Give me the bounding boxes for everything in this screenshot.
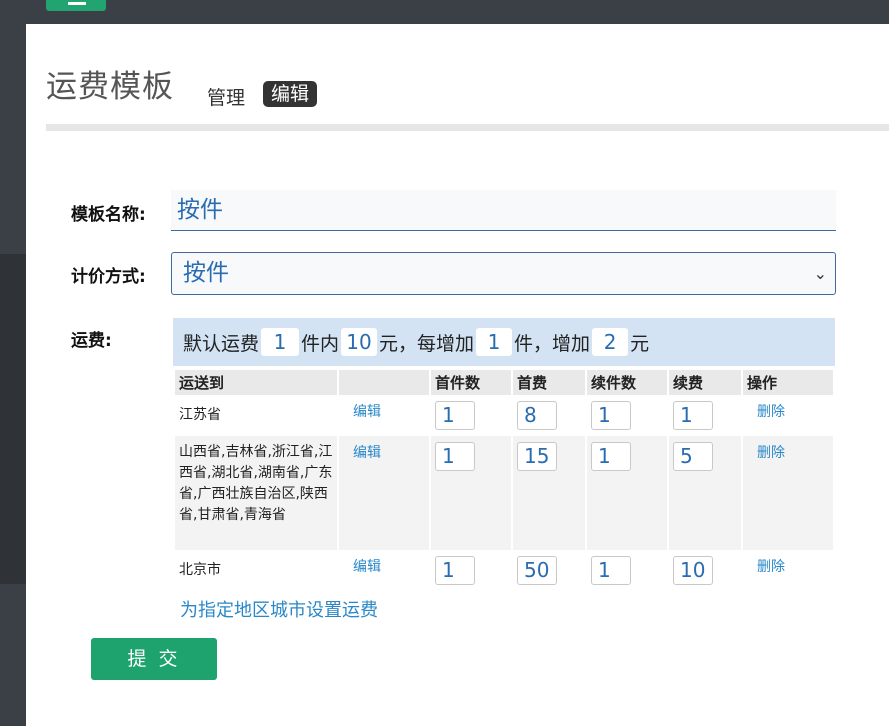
header-add-count: 续件数 — [587, 370, 667, 395]
region-cell: 北京市 — [175, 550, 337, 590]
table-header-row: 运送到 首件数 首费 续件数 续费 操作 — [175, 370, 833, 395]
default-piece-add-text: 件，增加 — [514, 332, 591, 355]
breadcrumb-manage[interactable]: 管理 — [207, 83, 245, 110]
default-within-text: 件内 — [301, 332, 340, 355]
default-fee-box: 默认运费 1 件内 10 元，每增加 1 件，增加 2 元 — [173, 318, 835, 366]
add-region-fee-link[interactable]: 为指定地区城市设置运费 — [180, 596, 378, 622]
header-region: 运送到 — [175, 370, 337, 395]
default-yuan-each-text: 元，每增加 — [379, 332, 475, 355]
submit-button[interactable]: 提 交 — [91, 638, 217, 680]
region-fee-table: 运送到 首件数 首费 续件数 续费 操作 江苏省 编辑 1 8 1 1 删除 山… — [173, 370, 835, 590]
edit-region-link[interactable]: 编辑 — [353, 404, 381, 420]
header-first-fee: 首费 — [513, 370, 585, 395]
top-navbar — [0, 0, 889, 24]
edit-region-link[interactable]: 编辑 — [353, 559, 381, 575]
region-text: 北京市 — [179, 562, 221, 578]
first-fee-input[interactable]: 50 — [517, 556, 557, 585]
default-yuan-text: 元 — [630, 332, 650, 355]
add-count-input[interactable]: 1 — [591, 556, 631, 585]
default-fee-prefix: 默认运费 — [183, 332, 260, 355]
default-fee-line: 默认运费 1 件内 10 元，每增加 1 件，增加 2 元 — [183, 328, 649, 356]
header-blank — [339, 370, 429, 395]
region-text: 江苏省 — [179, 407, 221, 423]
template-name-input[interactable]: 按件 — [171, 190, 836, 231]
chevron-down-icon: ⌄ — [813, 264, 827, 283]
add-count-input[interactable]: 1 — [591, 442, 631, 471]
pricing-method-select[interactable]: 按件 ⌄ — [171, 252, 836, 295]
add-fee-input[interactable]: 1 — [673, 401, 713, 430]
shipping-fee-label: 运费: — [71, 331, 112, 351]
pricing-method-value: 按件 — [183, 260, 229, 286]
default-add-count-input[interactable]: 1 — [476, 328, 513, 356]
region-text: 山西省,吉林省,浙江省,江西省,湖北省,湖南省,广东省,广西壮族自治区,陕西省,… — [179, 444, 333, 523]
first-fee-input[interactable]: 15 — [517, 442, 557, 471]
default-first-count-input[interactable]: 1 — [261, 328, 300, 356]
first-count-input[interactable]: 1 — [435, 556, 475, 585]
first-count-input[interactable]: 1 — [435, 442, 475, 471]
delete-row-link[interactable]: 删除 — [757, 404, 785, 420]
sidebar — [0, 24, 26, 726]
first-fee-input[interactable]: 8 — [517, 401, 557, 430]
breadcrumb-edit: 编辑 — [263, 81, 318, 107]
page-title: 运费模板 — [46, 69, 174, 105]
first-count-input[interactable]: 1 — [435, 401, 475, 430]
add-fee-input[interactable]: 10 — [673, 556, 713, 585]
region-cell: 江苏省 — [175, 395, 337, 436]
pricing-method-label: 计价方式: — [71, 267, 146, 287]
region-cell: 山西省,吉林省,浙江省,江西省,湖北省,湖南省,广东省,广西壮族自治区,陕西省,… — [175, 436, 337, 550]
header-first-count: 首件数 — [431, 370, 511, 395]
main-content: 运费模板 管理 编辑 模板名称: 按件 计价方式: 按件 ⌄ 运费: 默认运费 … — [26, 24, 889, 726]
add-count-input[interactable]: 1 — [591, 401, 631, 430]
menu-toggle-button[interactable] — [46, 0, 106, 11]
sidebar-active-segment — [0, 254, 26, 584]
default-add-fee-input[interactable]: 2 — [592, 328, 629, 356]
add-fee-input[interactable]: 5 — [673, 442, 713, 471]
default-first-fee-input[interactable]: 10 — [341, 328, 378, 356]
header-add-fee: 续费 — [669, 370, 741, 395]
delete-row-link[interactable]: 删除 — [757, 559, 785, 575]
table-row: 北京市 编辑 1 50 1 10 删除 — [175, 550, 833, 590]
table-row: 江苏省 编辑 1 8 1 1 删除 — [175, 395, 833, 436]
template-name-label: 模板名称: — [71, 205, 146, 225]
table-row: 山西省,吉林省,浙江省,江西省,湖北省,湖南省,广东省,广西壮族自治区,陕西省,… — [175, 436, 833, 550]
header-actions: 操作 — [743, 370, 833, 395]
edit-region-link[interactable]: 编辑 — [353, 445, 381, 461]
title-divider — [46, 124, 889, 131]
delete-row-link[interactable]: 删除 — [757, 445, 785, 461]
hamburger-icon — [68, 2, 86, 5]
